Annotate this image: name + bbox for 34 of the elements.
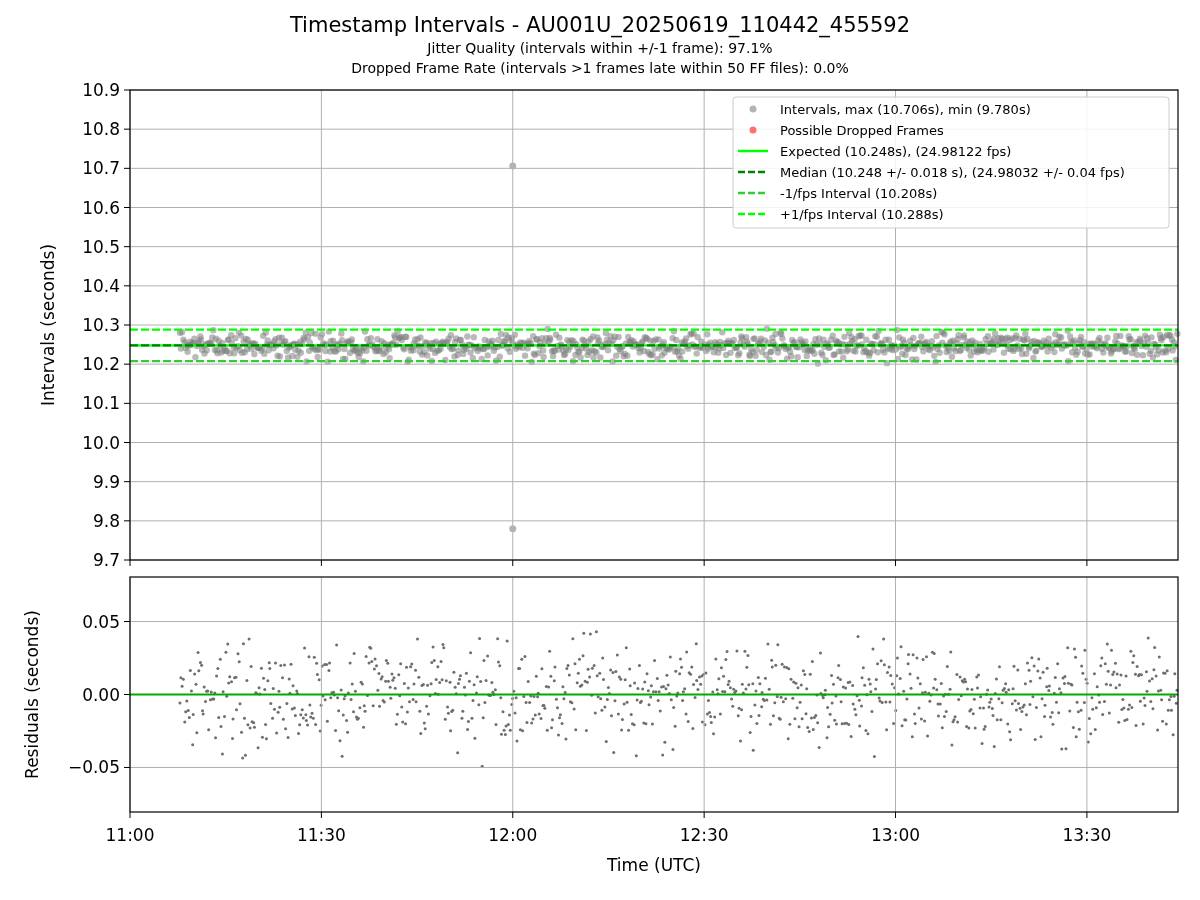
y-tick-label: 10.0: [82, 432, 120, 453]
y-axis-label: Intervals (seconds): [38, 243, 58, 407]
x-tick-label: 12:30: [679, 825, 729, 845]
legend-label: +1/fps Interval (10.288s): [780, 206, 944, 222]
chart-subtitle: Jitter Quality (intervals within +/-1 frame): 97.1%: [427, 39, 773, 58]
x-axis-label: Time (UTC): [607, 855, 701, 875]
legend-label: Expected (10.248s), (24.98122 fps): [780, 143, 1012, 159]
y-tick-label: 10.4: [82, 275, 120, 296]
y-tick-label: 9.9: [92, 471, 120, 492]
x-tick-label: 12:00: [488, 825, 538, 845]
y-tick-label: 10.9: [82, 80, 120, 100]
y-tick-label: 0.05: [82, 611, 120, 632]
chart-title: Timestamp Intervals - AU001U_20250619_110442_455592: [289, 12, 911, 38]
x-tick-label: 13:00: [871, 825, 920, 845]
legend-label: Possible Dropped Frames: [780, 122, 944, 138]
y-axis-label: Residuals (seconds): [22, 610, 42, 779]
x-tick-label: 13:30: [1062, 825, 1112, 845]
y-tick-label: 10.3: [82, 315, 120, 335]
chart-subtitle: Dropped Frame Rate (intervals >1 frames late within 50 FF files): 0.0%: [351, 59, 849, 78]
y-tick-label: 0.00: [82, 684, 120, 705]
y-tick-label: −0.05: [67, 757, 120, 778]
y-tick-label: 10.8: [82, 119, 120, 140]
legend-label: -1/fps Interval (10.208s): [780, 185, 938, 201]
y-tick-label: 10.1: [82, 393, 120, 414]
y-tick-label: 9.8: [92, 510, 120, 531]
y-tick-label: 10.6: [82, 197, 120, 218]
legend-label: Median (10.248 +/- 0.018 s), (24.98032 +/- 0.04 fps): [780, 164, 1125, 180]
x-tick-label: 11:30: [296, 825, 346, 845]
y-tick-label: 10.7: [82, 158, 120, 179]
x-tick-label: 11:00: [105, 825, 155, 845]
y-tick-label: 10.5: [82, 236, 120, 257]
y-tick-label: 10.2: [82, 354, 120, 375]
y-tick-label: 9.7: [92, 550, 120, 570]
legend-label: Intervals, max (10.706s), min (9.780s): [780, 101, 1031, 117]
